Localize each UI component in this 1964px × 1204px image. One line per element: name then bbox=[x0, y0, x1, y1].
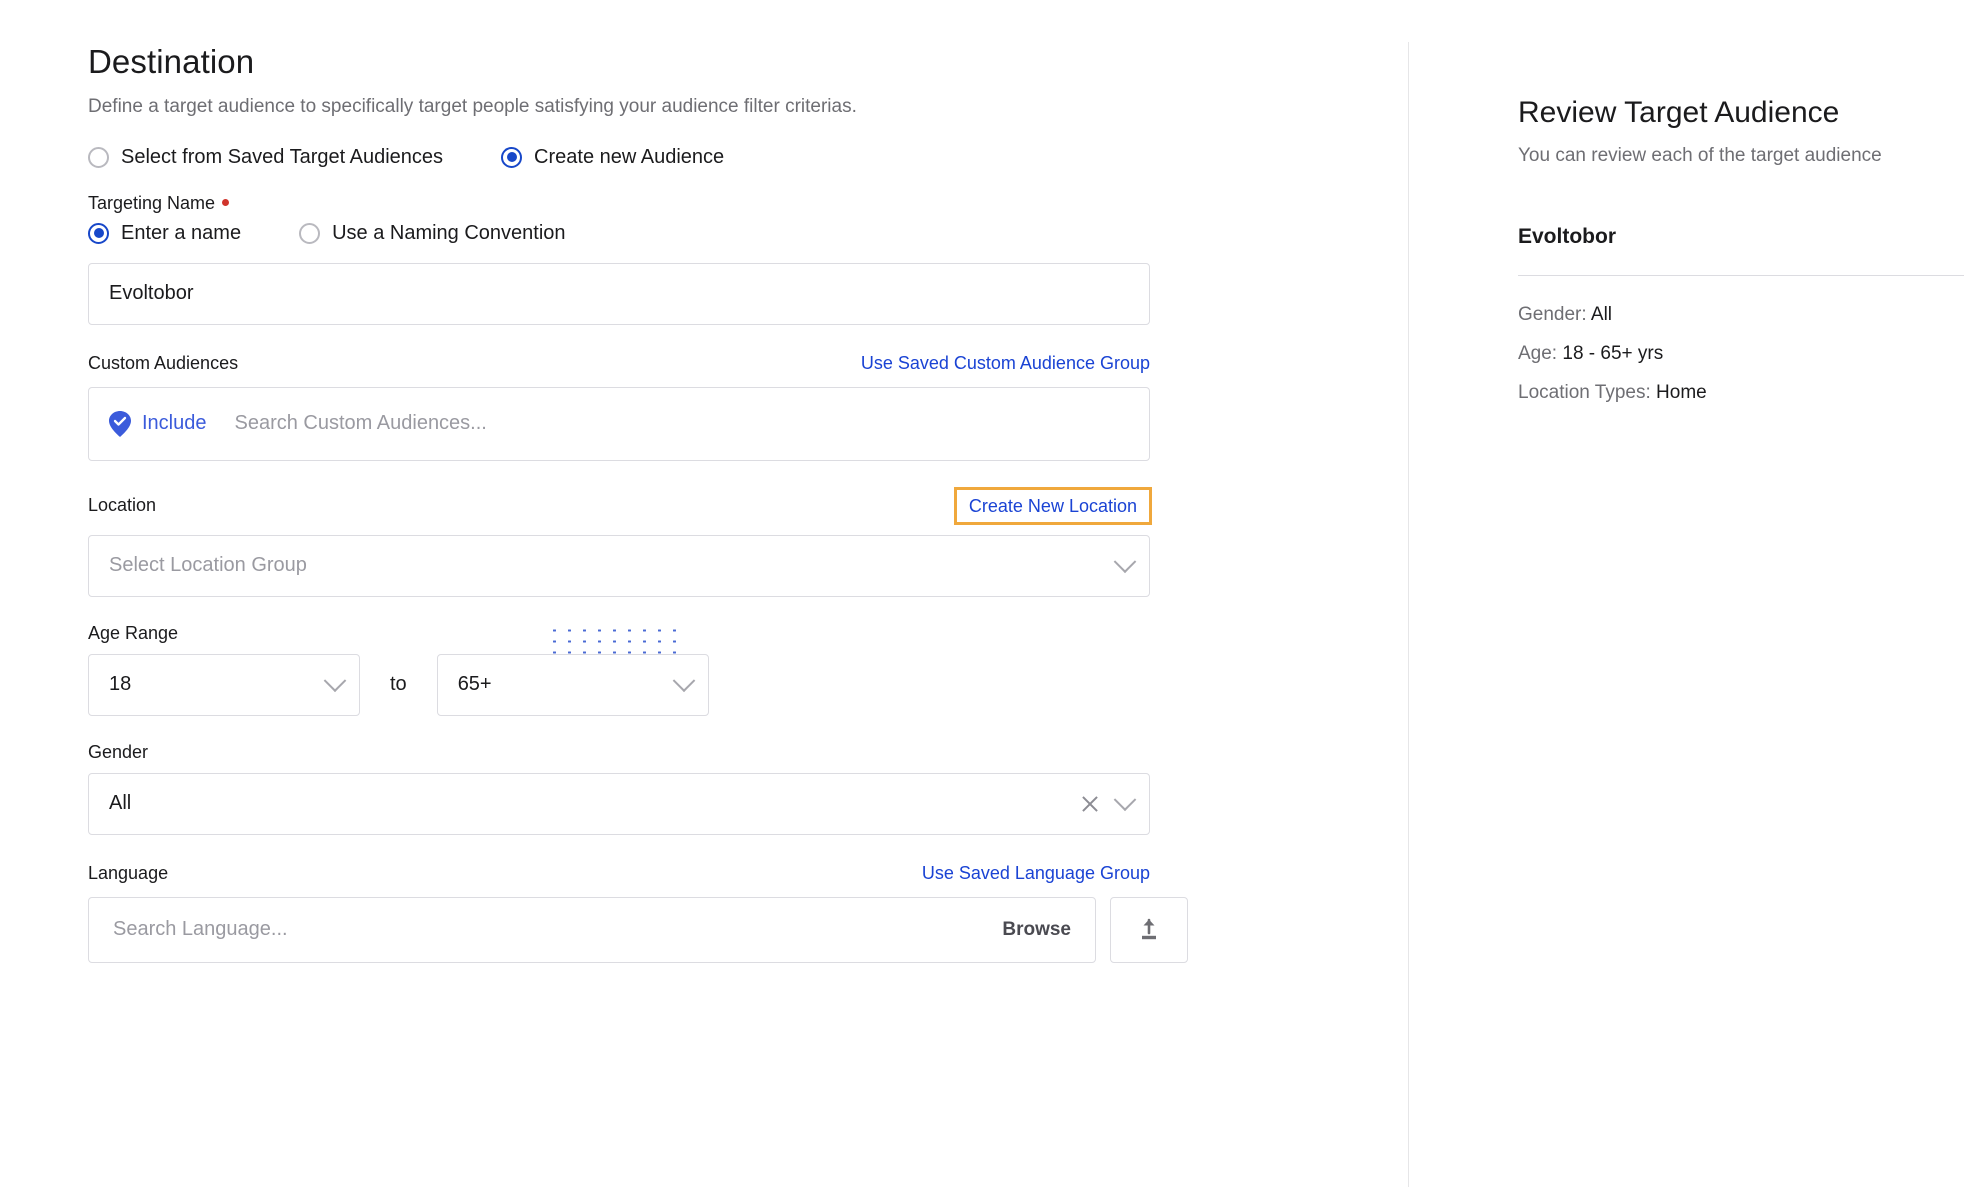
include-label: Include bbox=[142, 412, 207, 435]
page-title: Destination bbox=[88, 43, 255, 80]
age-from-value: 18 bbox=[109, 673, 132, 696]
radio-label: Select from Saved Target Audiences bbox=[121, 145, 444, 168]
radio-create-new-audience[interactable]: Create new Audience bbox=[501, 146, 724, 169]
review-detail-value: All bbox=[1590, 303, 1613, 325]
age-range-block: Age Range 18 to 65+ bbox=[88, 623, 1408, 716]
close-icon[interactable] bbox=[1081, 795, 1099, 813]
use-saved-language-group-link[interactable]: Use Saved Language Group bbox=[922, 863, 1150, 884]
language-search-input[interactable]: Search Language... Browse bbox=[88, 896, 1096, 963]
location-block: Location Create New Location Select Loca… bbox=[88, 486, 1408, 597]
review-panel-title: Review Target Audience bbox=[1518, 96, 1840, 129]
location-group-select[interactable]: Select Location Group bbox=[88, 534, 1150, 597]
language-label: Language bbox=[88, 863, 169, 884]
location-group-value: Select Location Group bbox=[109, 554, 307, 577]
targeting-name-block: Targeting Name Enter a name Use a Naming… bbox=[88, 193, 1408, 325]
targeting-name-value: Evoltobor bbox=[109, 282, 194, 305]
review-target-audience-panel: Review Target Audience You can review ea… bbox=[1408, 0, 1964, 1204]
radio-label: Use a Naming Convention bbox=[332, 221, 566, 244]
age-to-select[interactable]: 65+ bbox=[436, 653, 709, 716]
location-label: Location bbox=[88, 495, 157, 516]
chevron-down-icon bbox=[672, 669, 696, 693]
radio-circle-selected-icon bbox=[501, 146, 523, 168]
chevron-down-icon bbox=[1113, 788, 1137, 812]
radio-circle-selected-icon bbox=[88, 222, 109, 244]
review-detail-value: Home bbox=[1656, 381, 1707, 403]
upload-icon bbox=[1142, 918, 1156, 940]
review-detail-location-types: Location Types: Home bbox=[1518, 382, 1964, 404]
age-range-label: Age Range bbox=[88, 622, 179, 643]
gender-select[interactable]: All bbox=[88, 772, 1150, 835]
radio-label: Enter a name bbox=[121, 221, 242, 244]
use-saved-custom-audience-group-link[interactable]: Use Saved Custom Audience Group bbox=[861, 353, 1150, 374]
custom-audiences-search-input[interactable]: Search Custom Audiences... bbox=[235, 412, 1130, 435]
browse-button[interactable]: Browse bbox=[1002, 919, 1071, 941]
chevron-down-icon bbox=[323, 669, 347, 693]
review-detail-label: Gender: bbox=[1518, 303, 1587, 325]
custom-audiences-include-box: Include Search Custom Audiences... bbox=[88, 386, 1150, 461]
destination-page: Destination Define a target audience to … bbox=[0, 0, 1964, 1204]
required-dot-icon bbox=[222, 199, 230, 207]
review-detail-label: Location Types: bbox=[1518, 381, 1651, 403]
radio-use-naming-convention[interactable]: Use a Naming Convention bbox=[299, 221, 566, 245]
language-block: Language Use Saved Language Group Search… bbox=[88, 861, 1408, 963]
language-search-placeholder: Search Language... bbox=[113, 918, 288, 941]
targeting-name-radio-group: Enter a name Use a Naming Convention bbox=[88, 222, 1408, 245]
review-detail-value: 18 - 65+ yrs bbox=[1562, 342, 1664, 364]
chevron-down-icon bbox=[1113, 550, 1137, 574]
review-audience-name: Evoltobor bbox=[1518, 224, 1616, 248]
custom-audiences-label: Custom Audiences bbox=[88, 353, 239, 374]
review-divider bbox=[1518, 274, 1964, 276]
gender-label: Gender bbox=[88, 741, 149, 762]
radio-select-saved-target-audiences[interactable]: Select from Saved Target Audiences bbox=[88, 146, 443, 169]
upload-button[interactable] bbox=[1110, 896, 1188, 963]
radio-label: Create new Audience bbox=[534, 145, 725, 168]
review-detail-gender: Gender: All bbox=[1518, 304, 1964, 326]
destination-form: Destination Define a target audience to … bbox=[0, 0, 1408, 1204]
review-detail-age: Age: 18 - 65+ yrs bbox=[1518, 343, 1964, 365]
shield-check-icon bbox=[109, 410, 131, 437]
age-to-value: 65+ bbox=[457, 673, 492, 696]
include-toggle[interactable]: Include bbox=[109, 410, 207, 437]
targeting-name-input[interactable]: Evoltobor bbox=[88, 262, 1150, 325]
radio-circle-icon bbox=[88, 146, 109, 168]
page-subtitle: Define a target audience to specifically… bbox=[88, 96, 857, 118]
age-from-select[interactable]: 18 bbox=[88, 653, 360, 716]
radio-enter-a-name[interactable]: Enter a name bbox=[88, 222, 241, 245]
radio-circle-icon bbox=[299, 222, 321, 244]
review-panel-subtitle: You can review each of the target audien… bbox=[1518, 144, 1882, 166]
audience-source-radio-group: Select from Saved Target Audiences Creat… bbox=[88, 146, 1408, 169]
review-detail-label: Age: bbox=[1518, 342, 1558, 364]
targeting-name-label: Targeting Name bbox=[88, 192, 216, 213]
gender-value: All bbox=[109, 792, 132, 815]
create-new-location-link[interactable]: Create New Location bbox=[953, 486, 1152, 525]
gender-block: Gender All bbox=[88, 742, 1408, 835]
custom-audiences-block: Custom Audiences Use Saved Custom Audien… bbox=[88, 351, 1408, 461]
age-range-to-word: to bbox=[390, 673, 407, 696]
